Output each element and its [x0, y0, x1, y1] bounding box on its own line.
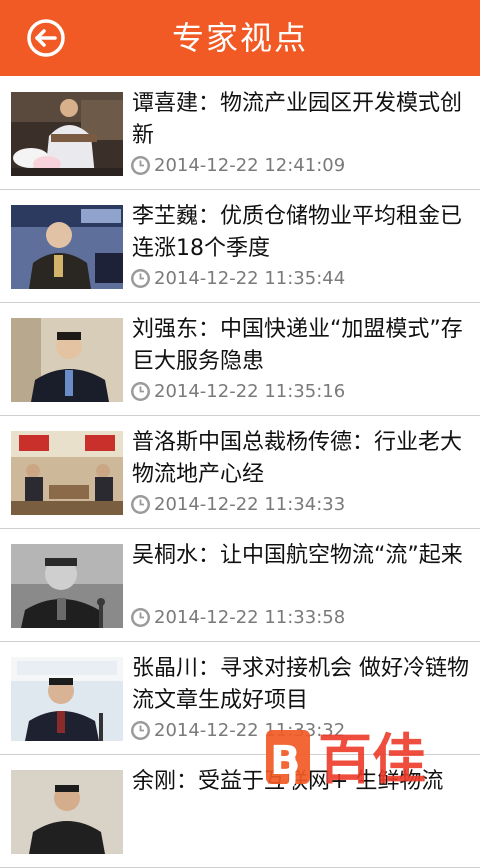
- clock-icon: [131, 494, 150, 514]
- article-title: 张晶川：寻求对接机会 做好冷链物流文章生成好项目: [132, 656, 469, 713]
- clock-icon: [131, 155, 150, 175]
- page-title: 专家视点: [171, 19, 308, 57]
- list-item[interactable]: 李芏巍：优质仓储物业平均租金已连涨18个季度 2014-12-22 11:35:…: [0, 190, 480, 303]
- svg-text:J: J: [284, 751, 299, 790]
- timestamp: 2014-12-22 11:35:16: [130, 378, 345, 404]
- article-title: 吴桐水：让中国航空物流“流”起来: [132, 543, 463, 568]
- baijia-watermark-logo: B J 百佳: [266, 728, 426, 790]
- publish-time: 2014-12-22 11:35:44: [154, 267, 346, 289]
- watermark-text: 百佳: [318, 728, 426, 790]
- timestamp: 2014-12-22 11:35:44: [130, 265, 345, 291]
- article-title: 谭喜建：物流产业园区开发模式创新: [132, 91, 463, 148]
- publish-time: 2014-12-22 11:35:16: [154, 380, 346, 402]
- clock-icon: [131, 607, 150, 627]
- article-thumbnail: [11, 431, 123, 515]
- article-thumbnail: [11, 92, 123, 176]
- clock-icon: [131, 381, 150, 401]
- article-thumbnail: [11, 657, 123, 741]
- timestamp: 2014-12-22 12:41:09: [130, 152, 345, 178]
- clock-icon: [131, 268, 150, 288]
- article-thumbnail: [11, 544, 123, 628]
- publish-time: 2014-12-22 11:34:33: [154, 493, 346, 515]
- list-item[interactable]: 谭喜建：物流产业园区开发模式创新 2014-12-22 12:41:09: [0, 77, 480, 190]
- publish-time: 2014-12-22 11:33:58: [154, 606, 346, 628]
- article-title: 刘强东：中国快递业“加盟模式”存巨大服务隐患: [132, 317, 463, 374]
- list-item[interactable]: 吴桐水：让中国航空物流“流”起来 2014-12-22 11:33:58: [0, 529, 480, 642]
- list-item[interactable]: 普洛斯中国总裁杨传德：行业老大物流地产心经 2014-12-22 11:34:3…: [0, 416, 480, 529]
- publish-time: 2014-12-22 12:41:09: [154, 154, 346, 176]
- clock-icon: [131, 720, 150, 740]
- article-title: 普洛斯中国总裁杨传德：行业老大物流地产心经: [132, 430, 463, 487]
- article-thumbnail: [11, 770, 123, 854]
- app-header: 专家视点: [0, 0, 480, 76]
- article-title: 李芏巍：优质仓储物业平均租金已连涨18个季度: [132, 204, 463, 261]
- article-thumbnail: [11, 318, 123, 402]
- timestamp: 2014-12-22 11:34:33: [130, 491, 345, 517]
- article-thumbnail: [11, 205, 123, 289]
- list-item[interactable]: 刘强东：中国快递业“加盟模式”存巨大服务隐患 2014-12-22 11:35:…: [0, 303, 480, 416]
- timestamp: 2014-12-22 11:33:58: [130, 604, 345, 630]
